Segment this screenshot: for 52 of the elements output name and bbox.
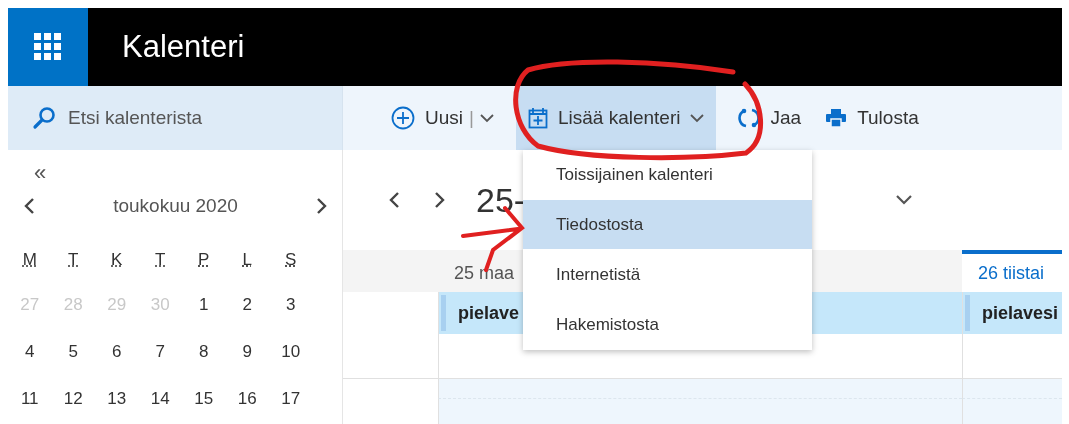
day-number[interactable]: 8: [199, 342, 209, 361]
day-number[interactable]: 17: [281, 389, 301, 408]
add-calendar-button[interactable]: Lisää kalenteri: [515, 86, 717, 150]
day-number[interactable]: 13: [107, 389, 127, 408]
month-label: toukokuu 2020: [113, 195, 238, 217]
weekday-label: L: [242, 250, 252, 269]
day-number[interactable]: 15: [194, 389, 214, 408]
calendar-plus-icon: [527, 107, 548, 129]
day-number[interactable]: 11: [20, 389, 39, 408]
next-month-icon[interactable]: [314, 197, 328, 215]
day-number[interactable]: 12: [63, 389, 83, 408]
share-button[interactable]: Jaa: [726, 86, 814, 150]
caret-icon: [479, 113, 494, 123]
day-number[interactable]: 7: [155, 342, 165, 361]
previous-week-icon[interactable]: [388, 191, 402, 209]
weekday-label: M: [22, 250, 37, 269]
day-number[interactable]: 14: [150, 389, 170, 408]
app-title: Kalenteri: [122, 29, 245, 65]
day-number[interactable]: 10: [281, 342, 301, 361]
day-number[interactable]: 9: [242, 342, 252, 361]
new-button[interactable]: Uusi |: [379, 86, 506, 150]
menu-item[interactable]: Tiedostosta: [523, 200, 812, 250]
separator: |: [469, 107, 474, 129]
plus-circle-icon: [391, 106, 415, 130]
next-week-icon[interactable]: [432, 191, 446, 209]
printer-icon: [825, 108, 848, 128]
collapse-button[interactable]: «: [34, 160, 47, 185]
search-field[interactable]: Etsi kalenterista: [8, 86, 343, 150]
weekday-label: T: [68, 250, 79, 269]
weekday-label: K: [111, 250, 123, 269]
search-placeholder: Etsi kalenterista: [68, 107, 203, 129]
day-number[interactable]: 3: [286, 295, 296, 314]
day-number[interactable]: 2: [242, 295, 252, 314]
day-number[interactable]: 4: [25, 342, 35, 361]
share-icon: [738, 107, 761, 129]
print-button[interactable]: Tulosta: [813, 86, 931, 150]
weekday-label: T: [155, 250, 166, 269]
previous-month-icon[interactable]: [23, 197, 37, 215]
date-range-title: 25-: [476, 180, 526, 220]
weekday-label: P: [198, 250, 210, 269]
menu-item[interactable]: Hakemistosta: [523, 300, 812, 350]
day-number[interactable]: 5: [68, 342, 78, 361]
app-launcher-button[interactable]: [8, 8, 88, 86]
day-number[interactable]: 6: [112, 342, 122, 361]
menu-item[interactable]: Internetistä: [523, 250, 812, 300]
day-number[interactable]: 16: [237, 389, 257, 408]
caret-icon[interactable]: [895, 194, 914, 206]
day-number[interactable]: 1: [199, 295, 209, 314]
weekday-label: S: [285, 250, 297, 269]
caret-icon: [690, 113, 705, 123]
waffle-icon: [34, 33, 62, 61]
search-icon: [32, 106, 56, 130]
